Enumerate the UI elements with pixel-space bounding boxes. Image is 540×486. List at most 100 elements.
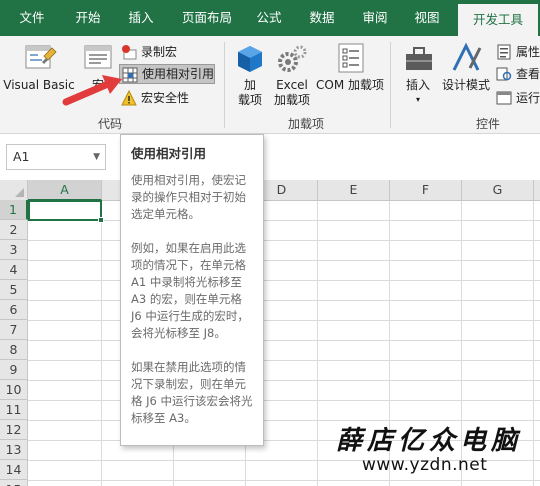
- excel-addins-label-1: Excel: [276, 78, 308, 92]
- row-header-2[interactable]: 2: [0, 220, 28, 240]
- row-header-4[interactable]: 4: [0, 260, 28, 280]
- formula-bar-area: A1 ▼: [0, 134, 540, 180]
- com-addins-label: COM 加载项: [316, 78, 384, 92]
- red-pointer-arrow: [62, 75, 122, 106]
- properties-icon: [497, 44, 511, 60]
- relative-references-tooltip: 使用相对引用 使用相对引用，使宏记录的操作只相对于初始选定单元格。 例如，如果在…: [120, 134, 264, 446]
- column-header-partial: [534, 180, 540, 201]
- addins-icon: [238, 46, 262, 72]
- ribbon-tab-bar: 文件 开始 插入 页面布局 公式 数据 审阅 视图 开发工具: [0, 0, 540, 36]
- tooltip-title: 使用相对引用: [131, 146, 207, 161]
- addins-label-1: 加: [243, 78, 256, 92]
- view-code-icon: [496, 67, 512, 81]
- macros-icon: [84, 45, 112, 69]
- gridline: [28, 360, 540, 361]
- column-header-e[interactable]: E: [318, 180, 390, 201]
- run-dialog-icon: [496, 91, 512, 105]
- row-header-5[interactable]: 5: [0, 280, 28, 300]
- gridline: [28, 240, 540, 241]
- watermark-url: www.yzdn.net: [362, 455, 488, 475]
- row-header-9[interactable]: 9: [0, 360, 28, 380]
- tab-file[interactable]: 文件: [4, 0, 60, 36]
- com-addins-button[interactable]: COM 加载项: [314, 40, 386, 98]
- properties-button[interactable]: 属性: [494, 42, 540, 62]
- tab-developer[interactable]: 开发工具: [458, 4, 538, 36]
- view-code-button[interactable]: 查看代: [494, 64, 540, 84]
- tab-view[interactable]: 视图: [404, 0, 450, 36]
- row-header-13[interactable]: 13: [0, 440, 28, 460]
- group-separator: [390, 42, 391, 128]
- gridline: [28, 280, 540, 281]
- group-label-addins: 加载项: [287, 117, 324, 131]
- row-header-15[interactable]: 15: [0, 480, 28, 486]
- row-header-1[interactable]: 1: [0, 200, 28, 220]
- insert-control-button[interactable]: 插入 ▾: [398, 40, 438, 110]
- column-header-g[interactable]: G: [462, 180, 534, 201]
- gridline: [28, 340, 540, 341]
- record-macro-label: 录制宏: [141, 45, 178, 59]
- gridline: [28, 320, 540, 321]
- gridline: [28, 380, 540, 381]
- tab-insert[interactable]: 插入: [114, 0, 168, 36]
- tooltip-paragraph: 如果在禁用此选项的情况下录制宏，则在单元格 J6 中运行该宏会将光标移至 A3。: [131, 360, 253, 425]
- gridline: [101, 201, 102, 486]
- watermark-brand: 薛店亿众电脑: [336, 426, 523, 456]
- gridline: [28, 400, 540, 401]
- excel-addins-button[interactable]: Excel 加载项: [270, 40, 314, 110]
- gridline: [28, 220, 540, 221]
- excel-addins-label-2: 加载项: [273, 93, 310, 107]
- row-header-7[interactable]: 7: [0, 320, 28, 340]
- row-header-3[interactable]: 3: [0, 240, 28, 260]
- tab-review[interactable]: 审阅: [352, 0, 398, 36]
- use-relative-references-button[interactable]: 使用相对引用: [119, 64, 215, 84]
- tab-page-layout[interactable]: 页面布局: [172, 0, 242, 36]
- record-macro-icon: [122, 45, 137, 60]
- record-macro-button[interactable]: 录制宏: [119, 42, 177, 62]
- gridline: [28, 480, 540, 481]
- column-header-a[interactable]: A: [28, 180, 102, 201]
- row-header-12[interactable]: 12: [0, 420, 28, 440]
- visual-basic-icon: [25, 45, 57, 69]
- select-all-corner[interactable]: [0, 180, 28, 201]
- addins-button[interactable]: 加 载项: [230, 40, 270, 110]
- row-header-10[interactable]: 10: [0, 380, 28, 400]
- chevron-down-icon[interactable]: ▼: [93, 145, 100, 169]
- row-header-11[interactable]: 11: [0, 400, 28, 420]
- toolbox-icon: [406, 47, 432, 70]
- row-header-8[interactable]: 8: [0, 340, 28, 360]
- name-box-value: A1: [13, 149, 30, 164]
- design-mode-label: 设计模式: [441, 78, 490, 92]
- addins-label-2: 载项: [237, 93, 262, 107]
- tab-formulas[interactable]: 公式: [246, 0, 292, 36]
- view-code-label: 查看代: [516, 67, 540, 81]
- relative-references-label: 使用相对引用: [142, 67, 215, 81]
- group-separator: [224, 42, 225, 128]
- row-header-14[interactable]: 14: [0, 460, 28, 480]
- group-label-code: 代码: [97, 117, 122, 131]
- design-mode-button[interactable]: 设计模式: [438, 40, 494, 98]
- gridline: [28, 300, 540, 301]
- gridline: [533, 201, 534, 486]
- row-header-6[interactable]: 6: [0, 300, 28, 320]
- ribbon-developer: Visual Basic 宏 录制宏 使用相对引用: [0, 36, 540, 134]
- gridline: [317, 201, 318, 486]
- group-label-controls: 控件: [475, 117, 500, 131]
- relative-references-icon: [122, 67, 138, 83]
- properties-label: 属性: [516, 45, 540, 59]
- active-cell-a1[interactable]: [28, 200, 102, 221]
- name-box[interactable]: A1 ▼: [6, 144, 106, 170]
- macro-security-label: 宏安全性: [141, 91, 190, 105]
- column-header-f[interactable]: F: [390, 180, 462, 201]
- insert-control-label: 插入: [405, 78, 430, 92]
- run-dialog-button[interactable]: 运行对: [494, 88, 540, 108]
- tab-home[interactable]: 开始: [60, 0, 116, 36]
- tooltip-paragraph: 例如，如果在启用此选项的情况下，在单元格 A1 中录制将光标移至 A3 的宏，则…: [131, 241, 249, 340]
- design-mode-icon: [452, 42, 482, 71]
- chevron-down-icon: ▾: [415, 95, 420, 104]
- com-addins-icon: [338, 43, 364, 73]
- gridline: [28, 260, 540, 261]
- fill-handle[interactable]: [98, 217, 104, 223]
- macro-security-button[interactable]: 宏安全性: [119, 88, 189, 108]
- tab-data[interactable]: 数据: [298, 0, 346, 36]
- tooltip-paragraph: 使用相对引用，使宏记录的操作只相对于初始选定单元格。: [131, 173, 246, 221]
